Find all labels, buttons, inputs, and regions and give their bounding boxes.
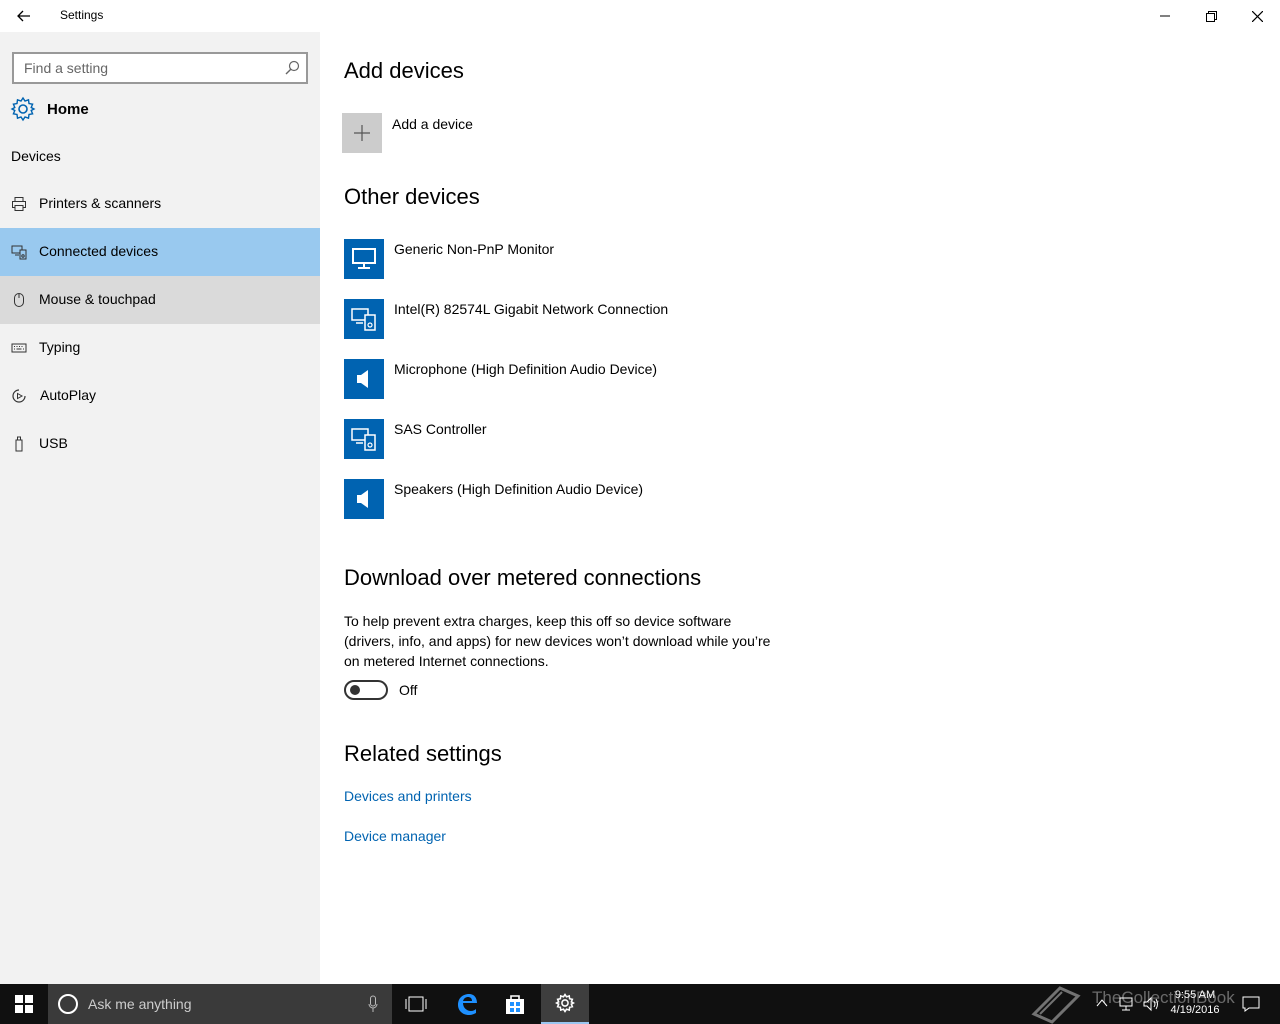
volume-icon[interactable] — [1142, 996, 1160, 1012]
store-button[interactable] — [491, 984, 539, 1024]
sidebar-item-label: Typing — [39, 339, 81, 355]
autoplay-icon — [12, 389, 26, 403]
book-logo-icon — [1031, 986, 1081, 1024]
network-icon[interactable] — [1118, 996, 1134, 1012]
sidebar-item-connected-devices[interactable]: Connected devices — [0, 228, 320, 276]
sidebar-item-autoplay[interactable]: AutoPlay — [0, 372, 320, 420]
settings-gear-icon — [555, 993, 575, 1013]
sidebar-item-label: USB — [39, 435, 68, 451]
metered-toggle[interactable] — [344, 680, 388, 700]
home-link[interactable]: Home — [10, 96, 89, 122]
restore-icon — [1205, 10, 1217, 22]
device-name: SAS Controller — [394, 421, 487, 437]
minimize-button[interactable] — [1142, 0, 1188, 32]
device-tile — [344, 479, 384, 519]
cortana-icon — [58, 994, 78, 1014]
search-input[interactable]: Find a setting — [12, 52, 308, 84]
devices-and-printers-link[interactable]: Devices and printers — [344, 788, 472, 804]
back-arrow-icon — [17, 10, 30, 22]
device-tile — [344, 299, 384, 339]
cortana-placeholder: Ask me anything — [88, 996, 192, 1012]
clock-date: 4/19/2016 — [1170, 1004, 1220, 1016]
device-item[interactable]: Generic Non-PnP Monitor — [344, 239, 844, 279]
add-tile — [342, 113, 382, 153]
search-placeholder: Find a setting — [24, 60, 109, 76]
minimize-icon — [1160, 15, 1170, 17]
mouse-icon — [14, 293, 24, 307]
task-view-icon — [405, 996, 427, 1012]
related-settings-heading: Related settings — [344, 741, 502, 766]
device-name: Generic Non-PnP Monitor — [394, 241, 555, 257]
main-content: Add devices Add a device Other devices G… — [320, 32, 1280, 984]
notifications-icon[interactable] — [1242, 996, 1260, 1012]
sidebar-item-label: Printers & scanners — [39, 195, 162, 211]
sidebar: Find a setting Home Devices Printers & s… — [0, 32, 320, 984]
chevron-up-icon[interactable] — [1096, 997, 1108, 1009]
sidebar-item-label: AutoPlay — [40, 387, 97, 403]
sidebar-item-label: Connected devices — [39, 243, 159, 259]
device-tile — [344, 239, 384, 279]
printer-icon — [12, 197, 26, 211]
microphone-icon[interactable] — [368, 995, 378, 1013]
device-tile — [344, 419, 384, 459]
restore-button[interactable] — [1188, 0, 1234, 32]
clock-time: 9:55 AM — [1174, 989, 1216, 1001]
start-button[interactable] — [0, 984, 48, 1024]
sidebar-item-label: Mouse & touchpad — [39, 291, 156, 307]
cortana-search-box[interactable]: Ask me anything — [48, 984, 392, 1024]
settings-taskbar-button[interactable] — [541, 984, 589, 1024]
add-device-label: Add a device — [392, 116, 473, 132]
device-item[interactable]: Intel(R) 82574L Gigabit Network Connecti… — [344, 299, 844, 339]
device-name: Microphone (High Definition Audio Device… — [394, 361, 658, 377]
toggle-state-label: Off — [399, 682, 418, 698]
close-icon — [1251, 10, 1263, 22]
other-devices-heading: Other devices — [344, 184, 480, 209]
clock[interactable]: 9:55 AM 4/19/2016 — [1160, 988, 1230, 1018]
title-bar: Settings — [0, 0, 1280, 32]
plus-icon — [354, 125, 370, 141]
store-icon — [506, 995, 524, 1014]
metered-heading: Download over metered connections — [344, 565, 702, 590]
monitor-icon — [352, 248, 376, 269]
toggle-knob — [350, 685, 360, 695]
sidebar-item-mouse[interactable]: Mouse & touchpad — [0, 276, 320, 324]
device-name: Speakers (High Definition Audio Device) — [394, 481, 644, 497]
device-name: Intel(R) 82574L Gigabit Network Connecti… — [394, 301, 669, 317]
speaker-icon — [357, 490, 368, 508]
search-icon — [285, 60, 300, 75]
section-label: Devices — [11, 148, 61, 164]
home-label: Home — [47, 100, 89, 118]
back-button[interactable] — [0, 0, 48, 32]
gear-icon — [10, 96, 36, 122]
sidebar-item-typing[interactable]: Typing — [0, 324, 320, 372]
add-devices-heading: Add devices — [344, 58, 464, 83]
close-button[interactable] — [1234, 0, 1280, 32]
add-device-button[interactable]: Add a device — [342, 113, 473, 153]
sidebar-item-printers[interactable]: Printers & scanners — [0, 180, 320, 228]
device-item[interactable]: SAS Controller — [344, 419, 844, 459]
devices-icon — [351, 428, 376, 451]
keyboard-icon — [11, 343, 27, 353]
device-manager-link[interactable]: Device manager — [344, 828, 446, 844]
edge-button[interactable] — [443, 984, 491, 1024]
metered-description: To help prevent extra charges, keep this… — [344, 613, 771, 669]
speaker-icon — [357, 370, 368, 388]
device-item[interactable]: Speakers (High Definition Audio Device) — [344, 479, 844, 519]
device-item[interactable]: Microphone (High Definition Audio Device… — [344, 359, 844, 399]
connected-devices-icon — [11, 245, 27, 260]
taskbar: Ask me anything TheCollectionBook 9:55 A… — [0, 984, 1280, 1024]
task-view-button[interactable] — [392, 984, 440, 1024]
devices-icon — [351, 308, 376, 331]
sidebar-item-usb[interactable]: USB — [0, 420, 320, 468]
usb-icon — [15, 436, 23, 452]
device-tile — [344, 359, 384, 399]
edge-icon — [458, 994, 477, 1015]
window-title: Settings — [60, 8, 104, 22]
windows-logo-icon — [15, 995, 33, 1013]
